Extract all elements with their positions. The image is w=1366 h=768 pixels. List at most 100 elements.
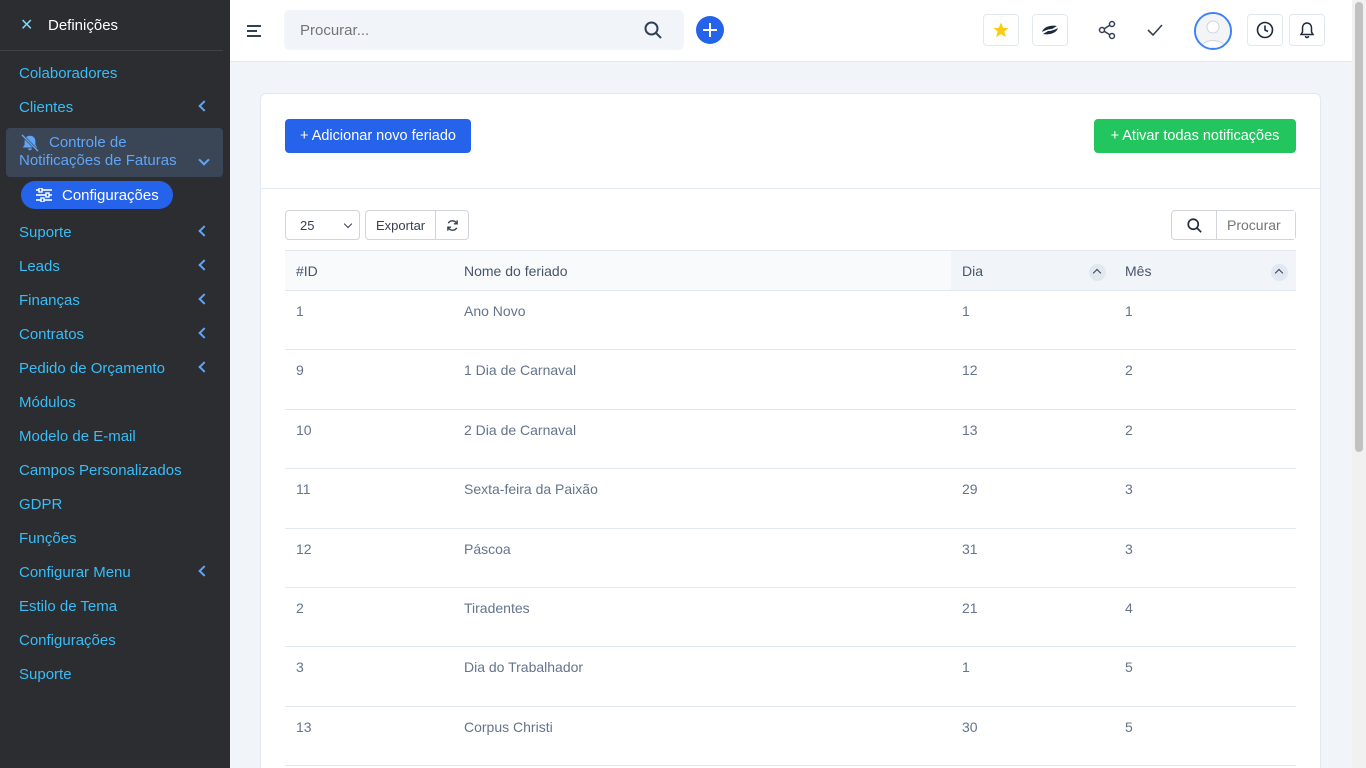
cell-holiday-name: 1 Dia de Carnaval [453, 349, 951, 410]
column-header-id[interactable]: #ID [285, 250, 453, 291]
chevron-left-icon [198, 565, 210, 577]
cell-day: 21 [951, 587, 1114, 648]
cell-id: 9 [285, 349, 453, 410]
cell-month: 2 [1114, 349, 1296, 410]
cell-day: 30 [951, 706, 1114, 767]
column-header-month[interactable]: Mês [1114, 250, 1296, 291]
table-header-row: #ID Nome do feriado Dia Mês [285, 250, 1296, 291]
refresh-icon [446, 219, 458, 231]
table-search-input[interactable] [1217, 211, 1295, 239]
cell-day: 1 [951, 290, 1114, 351]
chevron-left-icon [198, 259, 210, 271]
cell-day: 13 [951, 409, 1114, 470]
sidebar-item[interactable]: Modelo de E-mail [0, 419, 230, 453]
sidebar-item[interactable]: Suporte [0, 215, 230, 249]
cell-day: 1 [951, 646, 1114, 707]
global-search [284, 10, 684, 50]
table-actions: Exportar [365, 210, 470, 240]
sidebar-item[interactable]: Colaboradores [0, 56, 230, 90]
sidebar-item-label: Colaboradores [19, 64, 118, 82]
check-icon [1147, 24, 1163, 37]
sort-asc-icon[interactable] [1089, 264, 1106, 281]
notifications-button[interactable] [1289, 14, 1325, 46]
refresh-button[interactable] [436, 210, 470, 240]
close-icon[interactable]: ✕ [20, 15, 34, 35]
scrollbar-thumb[interactable] [1355, 2, 1363, 452]
sidebar-item-label: Suporte [19, 223, 72, 241]
sidebar-item[interactable]: Campos Personalizados [0, 453, 230, 487]
chevron-left-icon [198, 100, 210, 112]
sidebar-item-label: Clientes [19, 98, 74, 116]
sidebar-item[interactable]: Contratos [0, 317, 230, 351]
page-scrollbar[interactable] [1352, 0, 1366, 768]
sidebar-item[interactable]: Configurações [0, 623, 230, 657]
cell-month: 5 [1114, 646, 1296, 707]
export-button[interactable]: Exportar [365, 210, 437, 240]
sidebar-menu-top: Colaboradores Clientes [0, 51, 230, 124]
favorites-button[interactable] [983, 14, 1019, 46]
cell-month: 3 [1114, 528, 1296, 588]
sidebar-item[interactable]: GDPR [0, 487, 230, 521]
sidebar-item[interactable]: Clientes [0, 90, 230, 124]
sidebar-item-label: Configurações [19, 631, 116, 649]
card-header: + Adicionar novo feriado + Ativar todas … [261, 94, 1320, 189]
page-size-select[interactable]: 25 [285, 210, 360, 240]
table-row[interactable]: 3 Dia do Trabalhador 1 5 [285, 646, 1296, 707]
sidebar-item[interactable]: Estilo de Tema [0, 589, 230, 623]
sidebar-item[interactable]: Módulos [0, 385, 230, 419]
cell-id: 1 [285, 290, 453, 351]
search-input[interactable] [300, 21, 620, 39]
column-header-holiday-name[interactable]: Nome do feriado [453, 250, 951, 291]
table-body: 1 Ano Novo 1 1 9 1 Dia de Carnaval 12 2 10 2 Dia … [285, 290, 1296, 767]
bell-off-icon [20, 133, 40, 152]
cell-id: 12 [285, 528, 453, 588]
activate-all-notifications-button[interactable]: + Ativar todas notificações [1094, 119, 1296, 153]
avatar[interactable] [1194, 12, 1232, 50]
cell-month: 1 [1114, 290, 1296, 351]
app-logo-icon [1042, 25, 1058, 35]
table-controls: 25 Exportar [285, 210, 1296, 240]
tasks-button[interactable] [1143, 18, 1167, 42]
cell-day: 12 [951, 349, 1114, 410]
sidebar-subitem-settings[interactable]: Configurações [21, 181, 173, 209]
sidebar-item-label: Finanças [19, 291, 80, 309]
cell-holiday-name: 2 Dia de Carnaval [453, 409, 951, 470]
column-header-day[interactable]: Dia [951, 250, 1114, 291]
table-row[interactable]: 12 Páscoa 31 3 [285, 528, 1296, 588]
sidebar-header: ✕ Definições [0, 0, 223, 51]
share-button[interactable] [1095, 18, 1119, 42]
add-holiday-button[interactable]: + Adicionar novo feriado [285, 119, 471, 153]
share-icon [1098, 20, 1116, 40]
sliders-icon [36, 188, 52, 202]
sidebar-item[interactable]: Configurar Menu [0, 555, 230, 589]
clock-icon [1256, 21, 1274, 39]
sidebar-item[interactable]: Pedido de Orçamento [0, 351, 230, 385]
sidebar-item-label: Módulos [19, 393, 76, 411]
table-row[interactable]: 1 Ano Novo 1 1 [285, 290, 1296, 351]
sort-asc-icon[interactable] [1271, 264, 1288, 281]
search-icon[interactable] [1172, 211, 1217, 239]
topbar [230, 0, 1352, 62]
table-row[interactable]: 13 Corpus Christi 30 5 [285, 706, 1296, 767]
cell-month: 2 [1114, 409, 1296, 470]
search-icon[interactable] [644, 21, 662, 39]
sidebar-item[interactable]: Suporte [0, 657, 230, 691]
sidebar-item[interactable]: Funções [0, 521, 230, 555]
app-logo-button[interactable] [1032, 14, 1068, 46]
holidays-table: #ID Nome do feriado Dia Mês 1 Ano Novo 1 1 9… [285, 250, 1296, 767]
menu-toggle-icon[interactable] [247, 25, 261, 37]
chevron-left-icon [198, 361, 210, 373]
table-row[interactable]: 2 Tiradentes 21 4 [285, 587, 1296, 648]
cell-holiday-name: Tiradentes [453, 587, 951, 648]
bell-icon [1299, 22, 1315, 39]
sidebar-title: Definições [48, 16, 119, 34]
sidebar-item[interactable]: Finanças [0, 283, 230, 317]
table-row[interactable]: 10 2 Dia de Carnaval 13 2 [285, 409, 1296, 470]
sidebar-item-invoice-notification-control[interactable]: Controle de Notificações de Faturas [6, 128, 223, 177]
table-row[interactable]: 91 Dia de Carnaval 12 2 [285, 349, 1296, 410]
table-row[interactable]: 11 Sexta-feira da Paixão 29 3 [285, 468, 1296, 529]
sidebar-item-label: Contratos [19, 325, 85, 343]
sidebar-item[interactable]: Leads [0, 249, 230, 283]
quick-create-button[interactable] [696, 16, 724, 44]
timer-button[interactable] [1247, 14, 1283, 46]
